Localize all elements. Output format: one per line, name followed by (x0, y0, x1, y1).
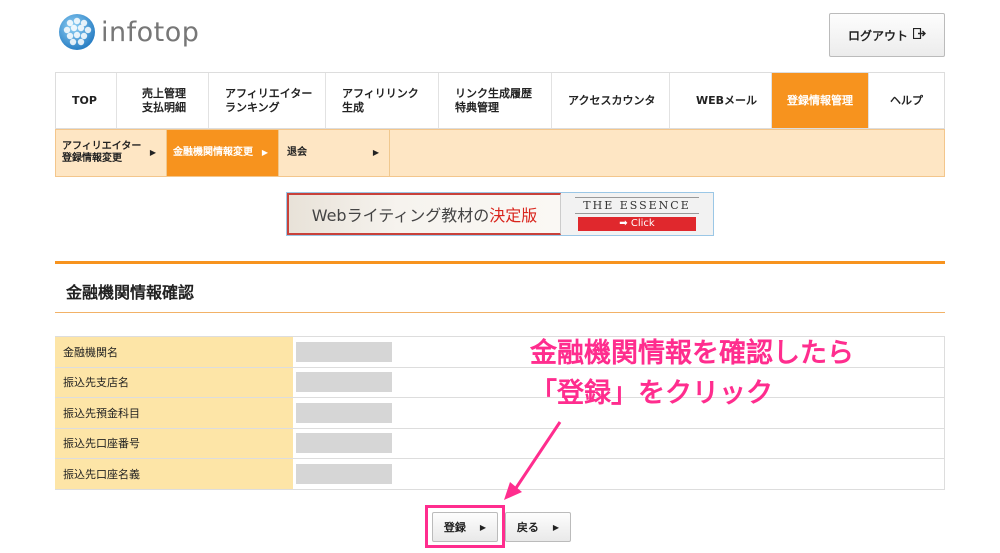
section-top-border (55, 261, 945, 264)
banner-right: THE ESSENCE ➡ Click (561, 193, 713, 235)
banner-click-button[interactable]: ➡ Click (578, 217, 696, 231)
instruction-annotation: 金融機関情報を確認したら 「登録」をクリック (530, 338, 854, 409)
nav-registration-info[interactable]: 登録情報管理 (771, 73, 868, 128)
account-holder-label: 振込先口座名義 (55, 459, 293, 489)
banner-text-highlight: 決定版 (489, 206, 538, 225)
masked-value (296, 463, 392, 484)
page-title: 金融機関情報確認 (66, 283, 195, 302)
nav-affiliator-ranking[interactable]: アフィリエイター ランキング (208, 73, 325, 128)
section-divider (55, 312, 945, 313)
bank-name-label: 金融機関名 (55, 337, 293, 367)
account-holder-value (293, 459, 945, 489)
infotop-logo[interactable]: infotop (57, 10, 199, 54)
subnav-withdraw-label: 退会 (287, 147, 307, 158)
chevron-right-icon: ▶ (261, 148, 268, 158)
subnav-affiliator-info-label: アフィリエイター 登録情報変更 (62, 141, 142, 164)
branch-name-label: 振込先支店名 (55, 367, 293, 397)
ad-banner[interactable]: Webライティング教材の 決定版 THE ESSENCE ➡ Click (286, 192, 714, 236)
sub-nav: アフィリエイター 登録情報変更 ▶ 金融機関情報変更 ▶ 退会 ▶ (55, 129, 945, 177)
masked-value (296, 433, 392, 454)
nav-webmail[interactable]: WEBメール (669, 73, 771, 128)
nav-sales[interactable]: 売上管理 支払明細 (116, 73, 208, 128)
register-label: 登録 (443, 521, 466, 534)
masked-value (296, 341, 392, 362)
account-number-value (293, 428, 945, 458)
back-button[interactable]: 戻る ▶ (505, 512, 571, 542)
logout-icon (912, 27, 926, 42)
nav-help[interactable]: ヘルプ (868, 73, 945, 128)
logout-button[interactable]: ログアウト (829, 13, 945, 57)
main-nav: TOP 売上管理 支払明細 アフィリエイター ランキング アフィリリンク 生成 … (55, 72, 945, 129)
account-type-label: 振込先預金科目 (55, 398, 293, 428)
back-label: 戻る (516, 521, 539, 534)
chevron-right-icon: ▶ (552, 522, 560, 532)
nav-affiliate-link[interactable]: アフィリリンク 生成 (325, 73, 438, 128)
subnav-bank-info-label: 金融機関情報変更 (173, 147, 253, 158)
logo-text: infotop (101, 16, 200, 48)
account-number-label: 振込先口座番号 (55, 428, 293, 458)
arrow-annotation-icon (504, 421, 562, 500)
chevron-right-icon: ▶ (149, 148, 156, 158)
chevron-right-icon: ▶ (372, 148, 379, 158)
nav-link-history[interactable]: リンク生成履歴 特典管理 (438, 73, 551, 128)
banner-essence-title: THE ESSENCE (575, 197, 699, 214)
subnav-withdraw[interactable]: 退会 ▶ (279, 130, 390, 176)
subnav-bank-info[interactable]: 金融機関情報変更 ▶ (167, 130, 279, 176)
register-button[interactable]: 登録 ▶ (432, 512, 498, 542)
chevron-right-icon: ▶ (479, 522, 487, 532)
logout-label: ログアウト (847, 28, 908, 43)
banner-text: Webライティング教材の (311, 206, 490, 225)
nav-access-counter[interactable]: アクセスカウンタ (551, 73, 669, 128)
banner-left: Webライティング教材の 決定版 (287, 193, 561, 235)
nav-top[interactable]: TOP (55, 73, 116, 128)
masked-value (296, 402, 392, 423)
masked-value (296, 372, 392, 393)
subnav-affiliator-info[interactable]: アフィリエイター 登録情報変更 ▶ (56, 130, 167, 176)
globe-logo-icon (59, 14, 95, 50)
